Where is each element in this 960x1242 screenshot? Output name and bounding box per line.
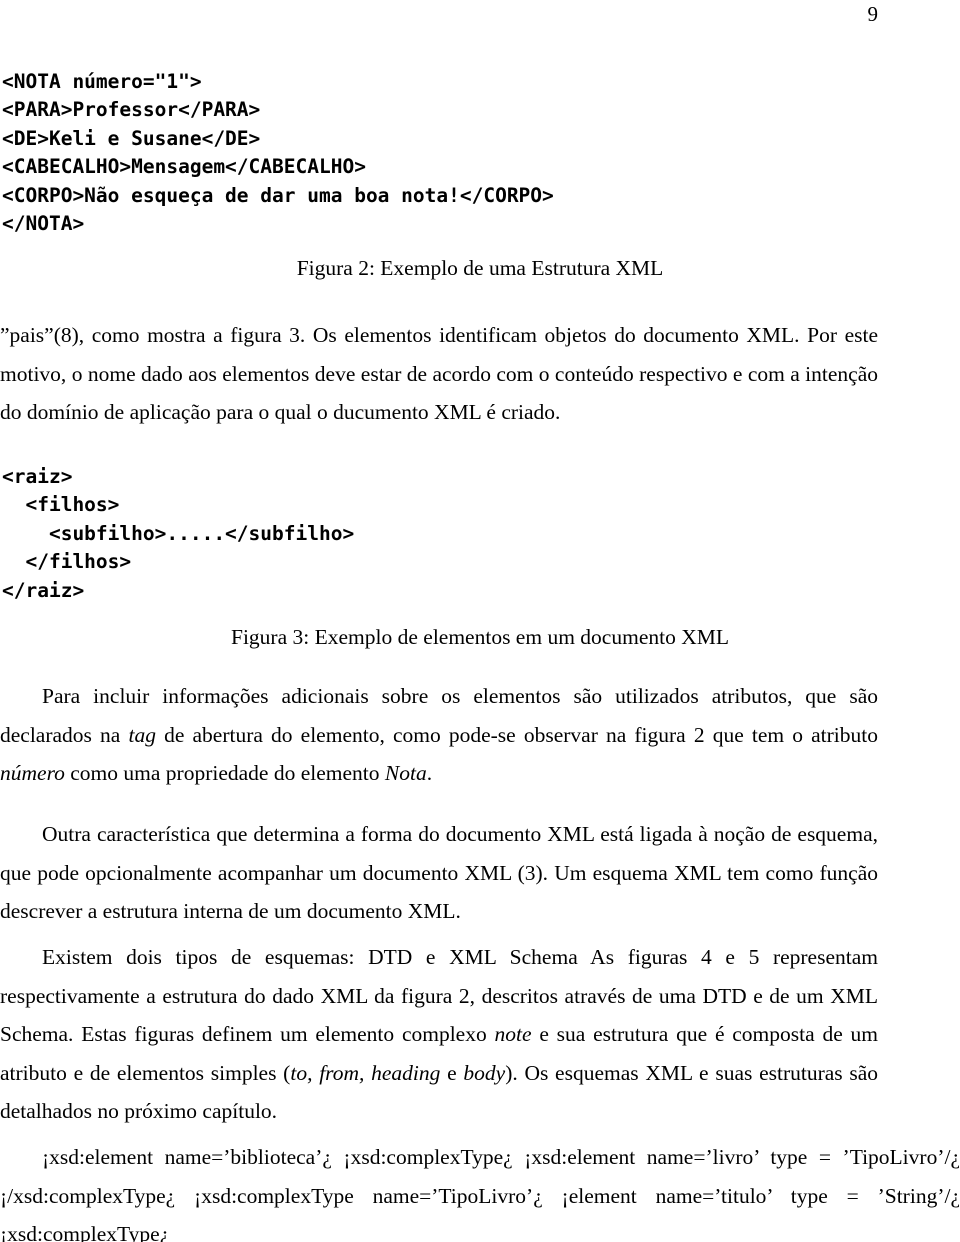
paragraph-attributes: Para incluir informações adicionais sobr… <box>0 677 878 793</box>
paragraph-4-italic-heading: heading <box>371 1060 441 1085</box>
paragraph-2-italic-tag: tag <box>128 722 156 747</box>
paragraph-2-italic-numero: número <box>0 761 65 785</box>
figure3-caption: Figura 3: Exemplo de elementos em um doc… <box>231 625 729 649</box>
figure2-caption: Figura 2: Exemplo de uma Estrutura XML <box>296 256 664 280</box>
paragraph-4-italic-from: from, <box>319 1060 365 1085</box>
paragraph-4-italic-to: to, <box>290 1060 313 1085</box>
document-page: 9 <NOTA número="1"> <PARA>Professor</PAR… <box>0 0 960 1242</box>
figure3-code-listing: <raiz> <filhos> <subfilho>.....</subfilh… <box>2 464 355 602</box>
paragraph-4-italic-body: body <box>463 1060 506 1085</box>
paragraph-elements-naming: ”pais”(8), como mostra a figura 3. Os el… <box>0 316 878 432</box>
paragraph-2-text-b: de abertura do elemento, como pode-se ob… <box>155 722 878 747</box>
paragraph-schema-types: Existem dois tipos de esquemas: DTD e XM… <box>0 938 878 1131</box>
paragraph-2-text-d: . <box>426 761 433 785</box>
page-number: 9 <box>867 2 879 26</box>
paragraph-4-text-e: e <box>440 1060 464 1085</box>
paragraph-1-text: ”pais”(8), como mostra a figura 3. Os el… <box>0 323 878 424</box>
paragraph-2-text-c: como uma propriedade do elemento <box>64 761 385 785</box>
paragraph-schema-notion: Outra característica que determina a for… <box>0 815 878 931</box>
paragraph-2-italic-nota: Nota <box>384 761 427 785</box>
paragraph-3-text: Outra característica que determina a for… <box>0 822 878 923</box>
paragraph-5-text: ¡xsd:element name=’biblioteca’¿ ¡xsd:com… <box>0 1145 960 1242</box>
paragraph-xsd-snippet: ¡xsd:element name=’biblioteca’¿ ¡xsd:com… <box>0 1138 960 1242</box>
paragraph-4-italic-note: note <box>494 1022 532 1046</box>
figure2-code-listing: <NOTA número="1"> <PARA>Professor</PARA>… <box>2 69 554 236</box>
